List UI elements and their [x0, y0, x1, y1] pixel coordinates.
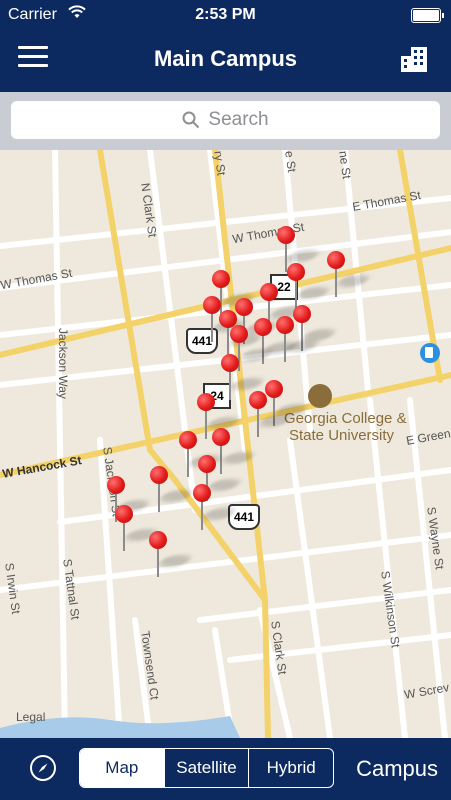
map-pin[interactable] — [221, 354, 267, 404]
search-input[interactable]: Search — [11, 101, 440, 139]
bottom-toolbar: Map Satellite Hybrid Campus — [0, 738, 451, 800]
map-type-segmented-control: Map Satellite Hybrid — [79, 748, 334, 788]
map-pin[interactable] — [149, 531, 195, 581]
street-label: e St — [282, 150, 299, 174]
search-placeholder: Search — [208, 109, 269, 130]
legal-link[interactable]: Legal — [16, 710, 45, 724]
search-icon — [182, 111, 200, 129]
street-label: Jackson Way — [56, 328, 70, 399]
segment-map[interactable]: Map — [80, 749, 164, 787]
navigation-bar: Main Campus — [0, 30, 451, 92]
battery-icon — [411, 8, 444, 23]
us-441-shield: 441 — [228, 504, 260, 530]
poi-label-line2[interactable]: State University — [289, 427, 394, 444]
building-icon[interactable] — [399, 44, 431, 74]
search-bar: Search — [0, 92, 451, 150]
map-pin[interactable] — [327, 251, 373, 301]
clock: 2:53 PM — [195, 6, 256, 23]
map-pin[interactable] — [179, 431, 225, 481]
map-pin[interactable] — [115, 505, 161, 555]
page-title: Main Campus — [153, 46, 298, 71]
status-bar: Carrier 2:53 PM — [0, 0, 451, 30]
segment-hybrid[interactable]: Hybrid — [248, 749, 333, 787]
campus-button[interactable]: Campus — [356, 756, 438, 782]
map-pin[interactable] — [193, 484, 239, 534]
map-view[interactable]: N Clark St ry St ne St e St W Thomas St … — [0, 150, 451, 738]
map-pin[interactable] — [249, 391, 295, 441]
compass-icon[interactable] — [30, 755, 56, 781]
poi-label-line1[interactable]: Georgia College & — [284, 410, 407, 427]
map-pin[interactable] — [150, 466, 196, 516]
map-pin[interactable] — [254, 318, 300, 368]
university-icon[interactable] — [308, 384, 332, 408]
map-pin[interactable] — [276, 316, 322, 366]
segment-satellite[interactable]: Satellite — [163, 749, 249, 787]
